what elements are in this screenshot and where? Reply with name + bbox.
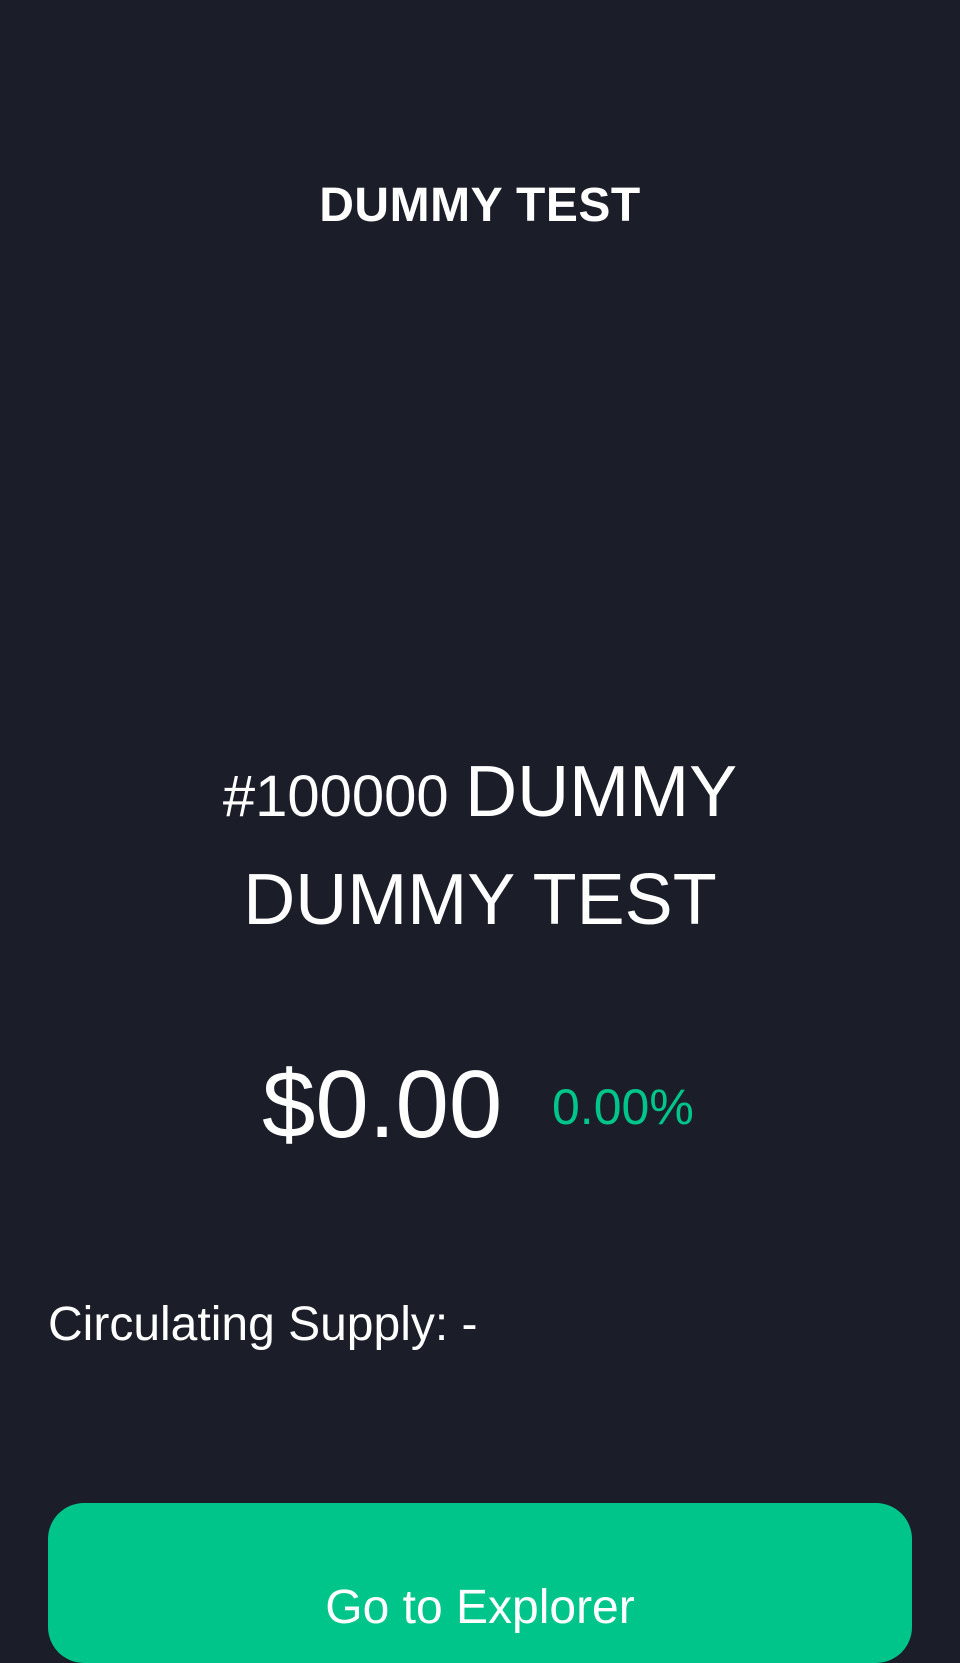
- coin-heading: #100000 DUMMY DUMMY TEST: [130, 748, 830, 964]
- page-title: DUMMY TEST: [319, 179, 641, 232]
- go-to-explorer-button[interactable]: Go to Explorer: [48, 1503, 912, 1663]
- coin-rank: #100000: [222, 764, 449, 829]
- circulating-supply: Circulating Supply: -: [48, 1298, 478, 1351]
- price-change: 0.00%: [552, 1079, 694, 1135]
- go-to-explorer-label: Go to Explorer: [325, 1581, 635, 1634]
- price-row: $0.00 0.00%: [0, 1055, 960, 1155]
- price-value: $0.00: [262, 1051, 503, 1158]
